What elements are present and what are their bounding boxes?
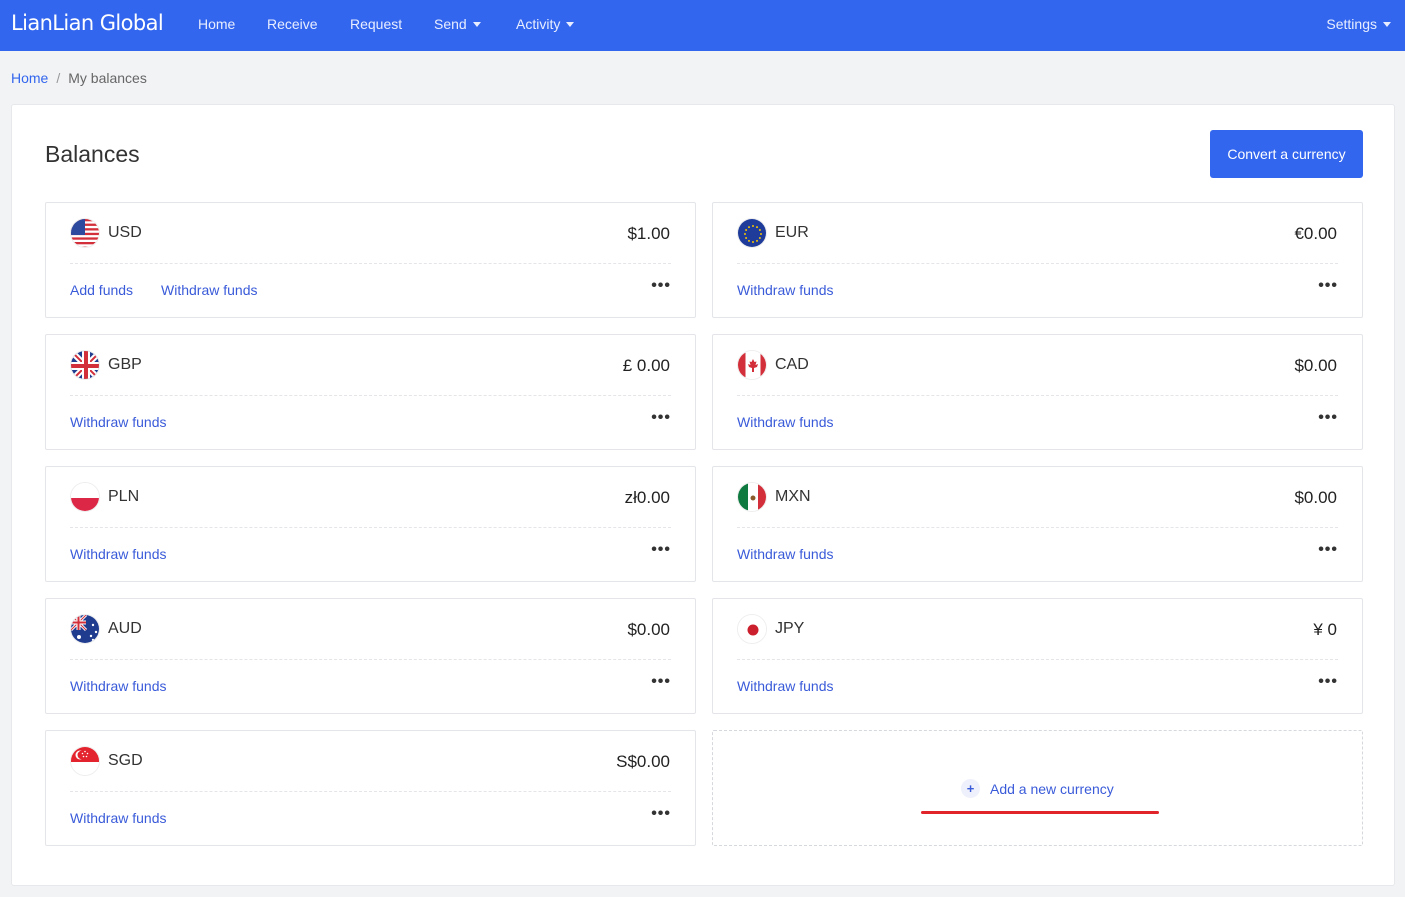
- balance-amount: $0.00: [1294, 488, 1337, 507]
- balance-card-jpy: JPY ¥ 0 Withdraw funds •••: [712, 598, 1363, 714]
- withdraw-funds-link[interactable]: Withdraw funds: [737, 414, 833, 430]
- card-divider: [737, 527, 1338, 528]
- balance-amount: ¥ 0: [1313, 620, 1337, 639]
- eu-flag-icon: [737, 218, 767, 248]
- jp-flag-icon: [737, 614, 767, 644]
- add-currency-label: Add a new currency: [990, 780, 1114, 797]
- nav-item-request[interactable]: Request: [350, 16, 402, 32]
- more-options-icon[interactable]: •••: [651, 277, 671, 295]
- more-options-icon[interactable]: •••: [651, 409, 671, 427]
- ca-flag-icon: [737, 350, 767, 380]
- balance-amount: $1.00: [627, 224, 670, 243]
- nav-item-label: Request: [350, 16, 403, 32]
- currency-code: MXN: [775, 488, 811, 505]
- add-currency-link[interactable]: + Add a new currency: [961, 779, 1114, 798]
- nav-item-receive[interactable]: Receive: [267, 16, 318, 32]
- balance-card-cad: CAD $0.00 Withdraw funds •••: [712, 334, 1363, 450]
- caret-down-icon: [566, 21, 575, 27]
- balance-card-gbp: GBP £ 0.00 Withdraw funds •••: [45, 334, 696, 450]
- balance-card-sgd: SGD S$0.00 Withdraw funds •••: [45, 730, 696, 846]
- balance-card-mxn: MXN $0.00 Withdraw funds •••: [712, 466, 1363, 582]
- currency-code: SGD: [108, 752, 143, 769]
- withdraw-funds-link[interactable]: Withdraw funds: [737, 678, 833, 694]
- balance-amount: zł0.00: [624, 488, 670, 507]
- more-options-icon[interactable]: •••: [651, 805, 671, 823]
- settings-label: Settings: [1326, 16, 1377, 32]
- nav-item-label: Activity: [516, 16, 561, 32]
- more-options-icon[interactable]: •••: [1318, 673, 1338, 691]
- brand-logo[interactable]: LianLian Global: [11, 11, 164, 35]
- more-options-icon[interactable]: •••: [1318, 541, 1338, 559]
- card-divider: [737, 395, 1338, 396]
- balance-amount: £ 0.00: [622, 356, 670, 375]
- balance-card-aud: AUD $0.00 Withdraw funds •••: [45, 598, 696, 714]
- balance-card-pln: PLN zł0.00 Withdraw funds •••: [45, 466, 696, 582]
- currency-code: PLN: [108, 488, 140, 505]
- withdraw-funds-link[interactable]: Withdraw funds: [737, 282, 833, 298]
- more-options-icon[interactable]: •••: [651, 673, 671, 691]
- settings-menu[interactable]: Settings: [1326, 16, 1391, 32]
- balance-amount: $0.00: [627, 620, 670, 639]
- pl-flag-icon: [70, 482, 100, 512]
- withdraw-funds-link[interactable]: Withdraw funds: [737, 546, 833, 562]
- top-nav-bar: LianLian Global Home Receive Request Sen…: [0, 0, 1405, 51]
- more-options-icon[interactable]: •••: [1318, 277, 1338, 295]
- add-funds-link[interactable]: Add funds: [70, 282, 133, 298]
- balance-amount: €0.00: [1294, 224, 1337, 243]
- withdraw-funds-link[interactable]: Withdraw funds: [70, 810, 166, 826]
- sg-flag-icon: [70, 746, 100, 776]
- nav-item-label: Receive: [267, 16, 318, 32]
- withdraw-funds-link[interactable]: Withdraw funds: [161, 282, 257, 298]
- plus-icon: +: [961, 779, 980, 798]
- withdraw-funds-link[interactable]: Withdraw funds: [70, 414, 166, 430]
- card-divider: [70, 263, 671, 264]
- convert-currency-button[interactable]: Convert a currency: [1210, 130, 1363, 178]
- currency-code: CAD: [775, 356, 809, 373]
- card-divider: [70, 659, 671, 660]
- caret-down-icon: [472, 21, 481, 27]
- page-title: Balances: [45, 141, 140, 167]
- currency-code: USD: [108, 224, 142, 241]
- uk-flag-icon: [70, 350, 100, 380]
- balance-card-eur: EUR €0.00 Withdraw funds •••: [712, 202, 1363, 318]
- nav-item-label: Send: [434, 16, 467, 32]
- balance-amount: S$0.00: [616, 752, 670, 771]
- card-divider: [737, 659, 1338, 660]
- caret-down-icon: [1383, 21, 1391, 27]
- nav-item-send[interactable]: Send: [434, 16, 481, 32]
- balances-panel: Balances Convert a currency USD $1.00 Ad…: [11, 104, 1395, 886]
- card-divider: [737, 263, 1338, 264]
- nav-item-home[interactable]: Home: [198, 16, 235, 32]
- more-options-icon[interactable]: •••: [651, 541, 671, 559]
- card-divider: [70, 791, 671, 792]
- currency-code: AUD: [108, 620, 142, 637]
- au-flag-icon: [70, 614, 100, 644]
- breadcrumb-separator: /: [56, 70, 61, 86]
- breadcrumb-home-link[interactable]: Home: [11, 70, 48, 86]
- breadcrumb: Home / My balances: [11, 70, 147, 86]
- nav-item-activity[interactable]: Activity: [516, 16, 575, 32]
- add-currency-card[interactable]: + Add a new currency: [712, 730, 1363, 846]
- withdraw-funds-link[interactable]: Withdraw funds: [70, 678, 166, 694]
- mx-flag-icon: [737, 482, 767, 512]
- card-divider: [70, 395, 671, 396]
- currency-code: JPY: [775, 620, 805, 637]
- nav-item-label: Home: [198, 16, 236, 32]
- currency-code: EUR: [775, 224, 809, 241]
- more-options-icon[interactable]: •••: [1318, 409, 1338, 427]
- balance-amount: $0.00: [1294, 356, 1337, 375]
- balance-card-usd: USD $1.00 Add funds Withdraw funds •••: [45, 202, 696, 318]
- us-flag-icon: [70, 218, 100, 248]
- withdraw-funds-link[interactable]: Withdraw funds: [70, 546, 166, 562]
- card-divider: [70, 527, 671, 528]
- breadcrumb-current: My balances: [68, 70, 147, 86]
- currency-code: GBP: [108, 356, 142, 373]
- highlight-underline: [921, 811, 1159, 814]
